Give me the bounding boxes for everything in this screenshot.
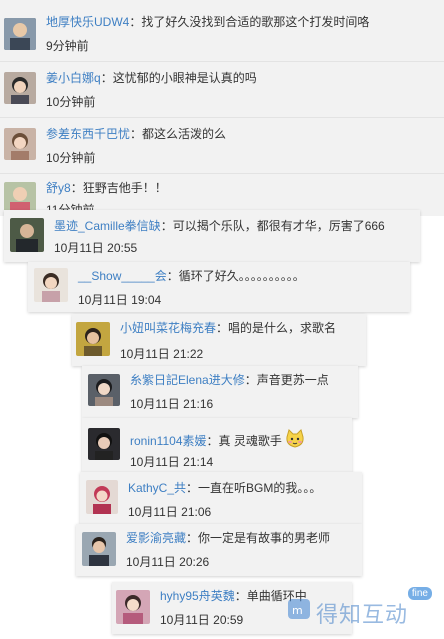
comment-text: 狂野吉他手！！	[82, 181, 167, 195]
commenter-name[interactable]: 地厚快乐UDW4	[46, 15, 129, 29]
reply-card: 糸紫日記Elena进大修：声音更苏一点 10月11日 21:16	[82, 366, 358, 418]
reply-card: ronin1104素媛：真 灵魂歌手 10月11日 21:14	[82, 418, 352, 472]
comment-card: 参差东西千巴忧：都这么活泼的么 10分钟前	[0, 118, 444, 174]
comment-card: 姜小白娜q：这忧郁的小眼神是认真的吗 10分钟前	[0, 62, 444, 118]
reply-time: 10月11日 21:16	[130, 397, 214, 411]
reply-text: 你一定是有故事的男老师	[198, 531, 331, 545]
avatar-image	[116, 590, 150, 624]
commenter-name[interactable]: 姜小白娜q	[46, 71, 101, 85]
reply-time: 10月11日 21:22	[120, 347, 204, 361]
reply-time: 10月11日 20:55	[54, 241, 138, 255]
avatar[interactable]	[76, 322, 110, 356]
avatar-image	[76, 322, 110, 356]
avatar-image	[10, 218, 44, 252]
commenter-name[interactable]: 舒y8	[46, 181, 71, 195]
reply-time: 10月11日 20:59	[160, 613, 244, 627]
separator: ：	[244, 373, 257, 387]
shy-face-emoji-icon	[284, 428, 304, 448]
reply-text: 真 灵魂歌手	[218, 434, 282, 448]
separator: ：	[129, 15, 142, 29]
replier-name[interactable]: 爱影渝亮藏	[126, 531, 186, 545]
avatar-image	[86, 480, 118, 514]
comment-card: 地厚快乐UDW4：找了好久没找到合适的歌那这个打发时间咯 9分钟前	[0, 0, 444, 62]
avatar-image	[4, 72, 36, 104]
watermark-badge: fine	[407, 587, 432, 600]
separator: ：	[216, 321, 229, 335]
reply-text: 声音更苏一点	[256, 373, 329, 387]
separator: ：	[186, 481, 199, 495]
replier-name[interactable]: ronin1104素媛	[130, 434, 207, 448]
reply-text: 可以揭个乐队，都很有才华，厉害了666	[172, 219, 385, 233]
avatar[interactable]	[4, 128, 36, 160]
comment-line: 姜小白娜q：这忧郁的小眼神是认真的吗	[46, 70, 257, 86]
avatar-image	[4, 18, 36, 50]
replier-name[interactable]: __Show_____会	[78, 269, 167, 283]
reply-card: 墨迹_Camille拳信缺：可以揭个乐队，都很有才华，厉害了666 10月11日…	[4, 210, 420, 262]
comment-text: 这忧郁的小眼神是认真的吗	[112, 71, 257, 85]
avatar[interactable]	[4, 18, 36, 50]
avatar[interactable]	[86, 480, 118, 514]
reply-text: 唱的是什么，求歌名	[228, 321, 337, 335]
avatar[interactable]	[82, 532, 116, 566]
avatar-image	[88, 374, 120, 406]
reply-line: __Show_____会：循环了好久。。。。。。。。。。	[78, 268, 305, 284]
reply-card: __Show_____会：循环了好久。。。。。。。。。。 10月11日 19:0…	[28, 262, 410, 312]
watermark-text: 得知互动	[316, 603, 409, 628]
comment-time: 9分钟前	[46, 39, 89, 53]
avatar[interactable]	[88, 374, 120, 406]
separator: ：	[166, 269, 179, 283]
reply-time: 10月11日 21:14	[130, 455, 214, 469]
separator: ：	[206, 434, 219, 448]
separator: ：	[234, 589, 247, 603]
reply-text: 一直在听BGM的我。。。	[198, 481, 322, 495]
replier-name[interactable]: 糸紫日記Elena进大修	[130, 373, 245, 387]
comment-time: 10分钟前	[46, 95, 96, 109]
reply-line: 爱影渝亮藏：你一定是有故事的男老师	[126, 530, 330, 546]
reply-card: 小妞叫菜花梅充春：唱的是什么，求歌名 10月11日 21:22	[72, 314, 366, 366]
comment-text: 都这么活泼的么	[142, 127, 227, 141]
reply-time: 10月11日 21:06	[128, 505, 212, 519]
reply-card: KathyC_共：一直在听BGM的我。。。 10月11日 21:06	[80, 472, 362, 524]
reply-card: 爱影渝亮藏：你一定是有故事的男老师 10月11日 20:26	[76, 524, 362, 576]
replier-name[interactable]: 墨迹_Camille拳信缺	[54, 219, 161, 233]
avatar-image	[82, 532, 116, 566]
avatar-image	[88, 428, 120, 460]
separator: ：	[186, 531, 199, 545]
replier-name[interactable]: KathyC_共	[128, 481, 186, 495]
reply-time: 10月11日 19:04	[78, 293, 162, 307]
reply-line: 小妞叫菜花梅充春：唱的是什么，求歌名	[120, 320, 336, 336]
separator: ：	[160, 219, 173, 233]
commenter-name[interactable]: 参差东西千巴忧	[46, 127, 130, 141]
watermark: m 得知互动 fine	[286, 587, 436, 631]
reply-line: ronin1104素媛：真 灵魂歌手	[130, 428, 304, 449]
comment-text: 找了好久没找到合适的歌那这个打发时间咯	[141, 15, 370, 29]
reply-line: hyhy95舟英魏：单曲循环中	[160, 588, 307, 604]
comment-line: 地厚快乐UDW4：找了好久没找到合适的歌那这个打发时间咯	[46, 14, 369, 30]
avatar[interactable]	[4, 72, 36, 104]
comment-line: 参差东西千巴忧：都这么活泼的么	[46, 126, 226, 142]
reply-time: 10月11日 20:26	[126, 555, 210, 569]
reply-text: 循环了好久。。。。。。。。。。	[178, 269, 305, 283]
reply-line: 墨迹_Camille拳信缺：可以揭个乐队，都很有才华，厉害了666	[54, 218, 385, 234]
svg-text:m: m	[292, 604, 303, 617]
avatar[interactable]	[34, 268, 68, 302]
comment-time: 10分钟前	[46, 151, 96, 165]
watermark-logo-icon: m	[286, 595, 314, 628]
replier-name[interactable]: 小妞叫菜花梅充春	[120, 321, 216, 335]
avatar[interactable]	[10, 218, 44, 252]
avatar[interactable]	[116, 590, 150, 624]
avatar-image	[34, 268, 68, 302]
avatar[interactable]	[88, 428, 120, 460]
separator: ：	[100, 71, 113, 85]
reply-line: KathyC_共：一直在听BGM的我。。。	[128, 480, 321, 496]
avatar-image	[4, 128, 36, 160]
separator: ：	[130, 127, 143, 141]
separator: ：	[70, 181, 83, 195]
replier-name[interactable]: hyhy95舟英魏	[160, 589, 235, 603]
comment-line: 舒y8：狂野吉他手！！	[46, 180, 167, 196]
reply-line: 糸紫日記Elena进大修：声音更苏一点	[130, 372, 329, 388]
